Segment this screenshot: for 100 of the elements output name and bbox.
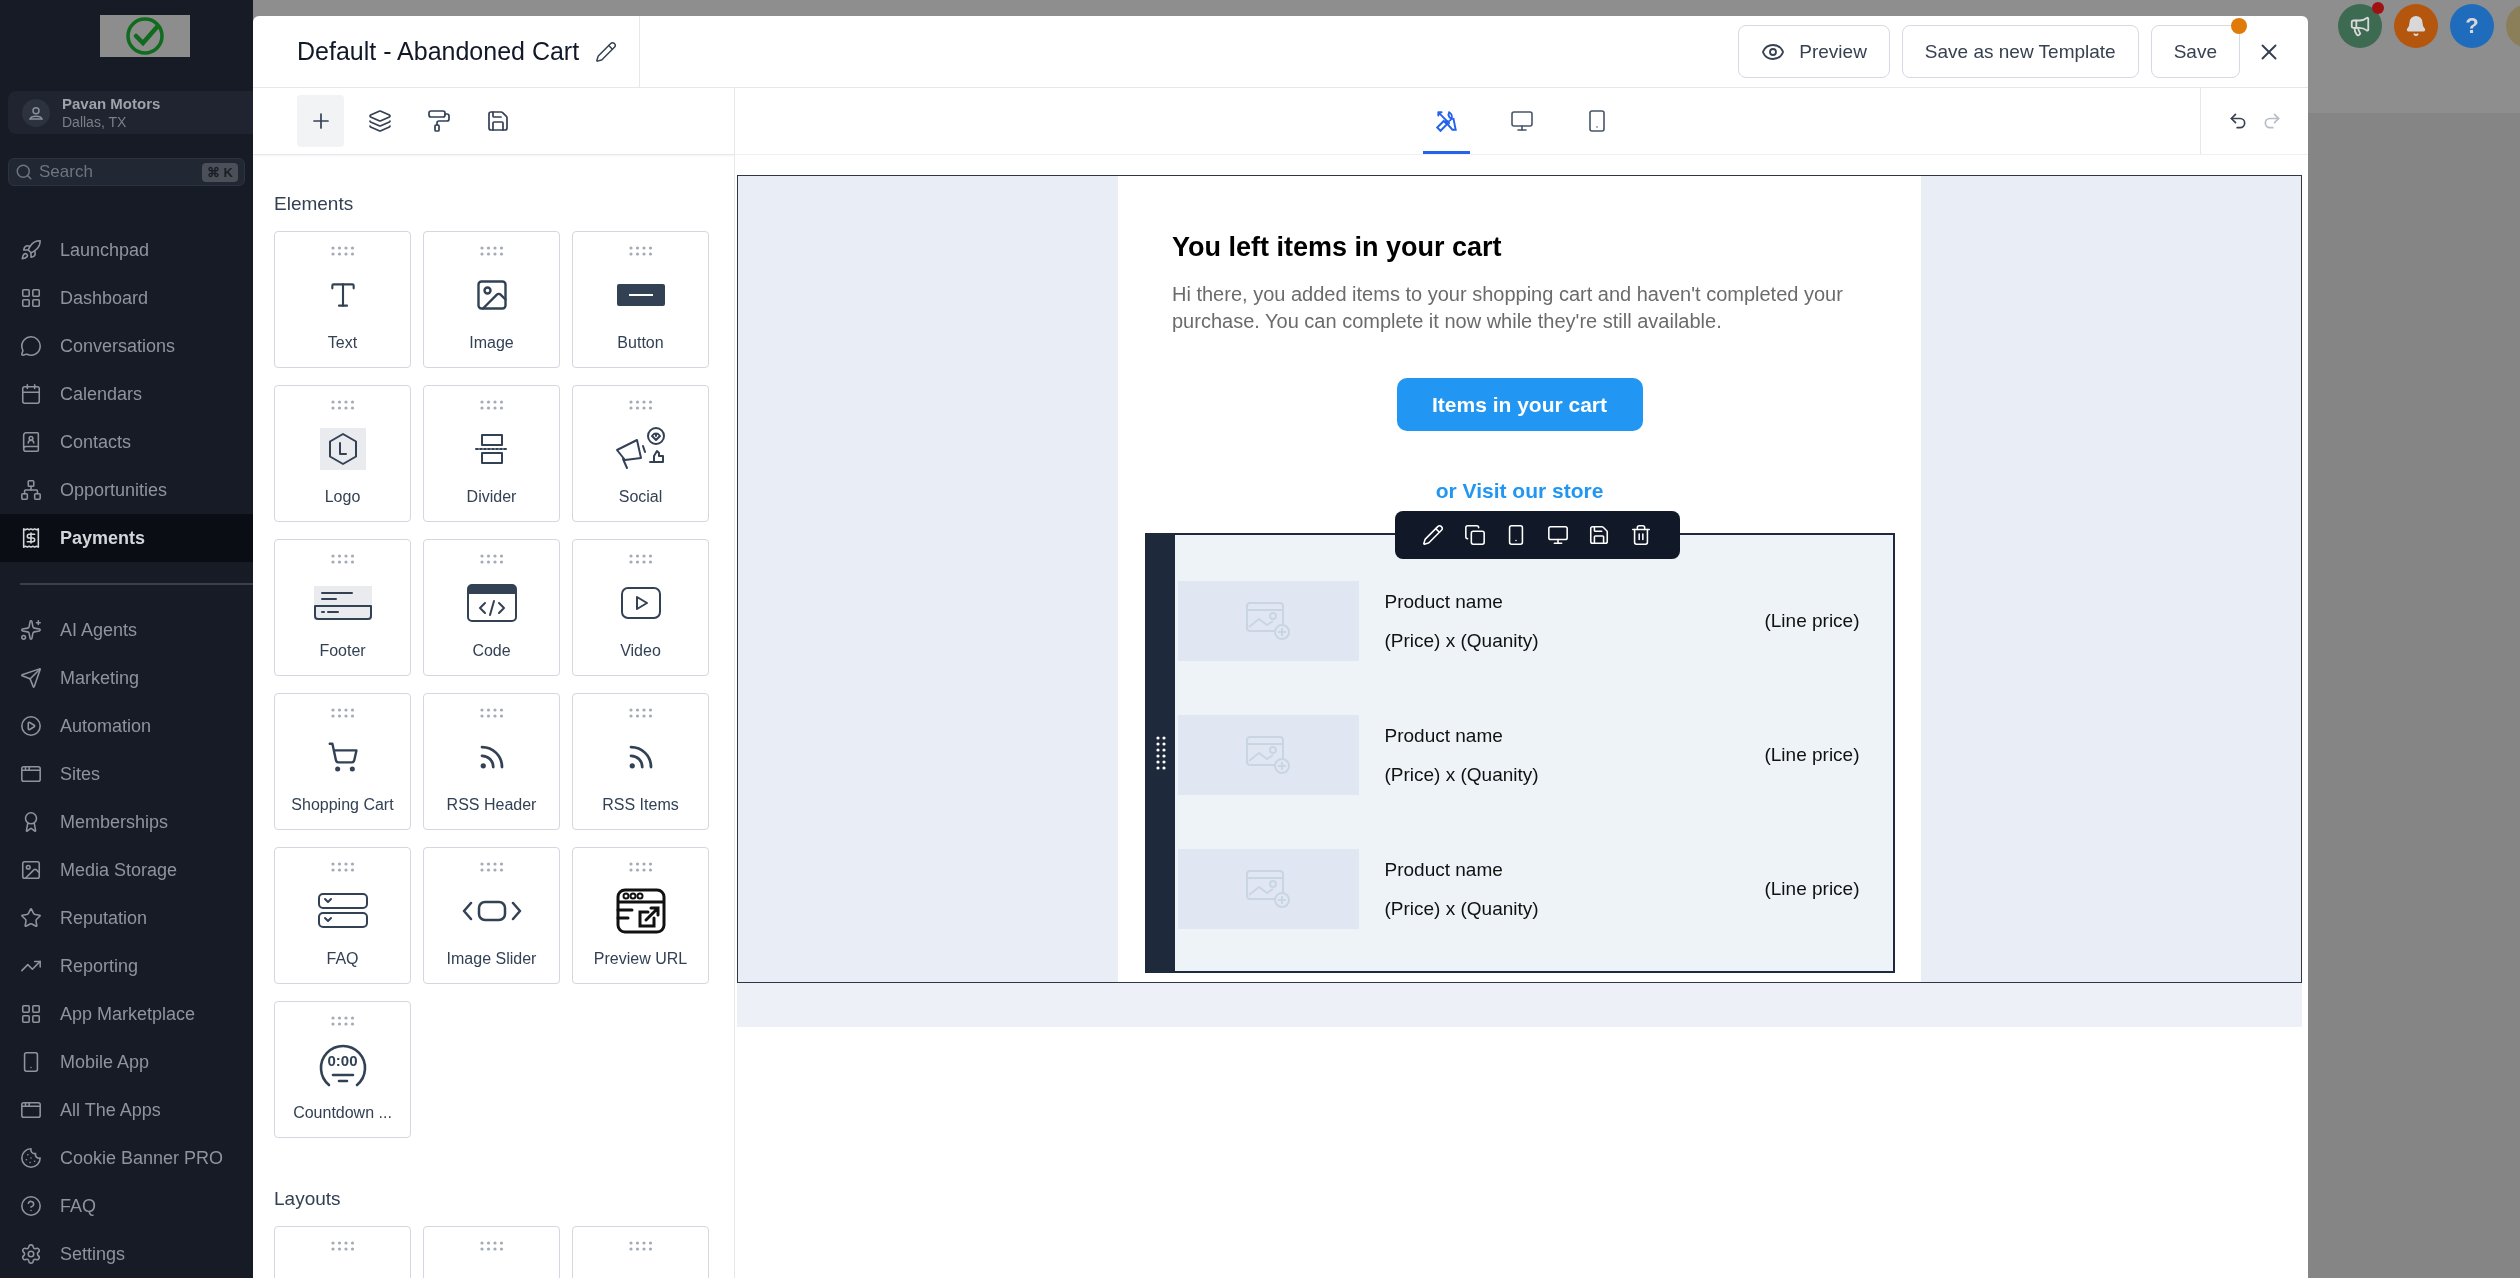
nav-item[interactable]: Media Storage	[0, 846, 253, 894]
element-tile[interactable]: FAQ	[274, 847, 411, 984]
nav-item[interactable]: All The Apps	[0, 1086, 253, 1134]
nav-item[interactable]: Calendars	[0, 370, 253, 418]
nav-item[interactable]: Contacts	[0, 418, 253, 466]
notification-button[interactable]	[2338, 4, 2382, 48]
nav-item[interactable]: Mobile App	[0, 1038, 253, 1086]
drag-handle-icon[interactable]	[329, 708, 356, 718]
drag-handle-icon[interactable]	[478, 246, 505, 256]
nav-item[interactable]: Launchpad	[0, 226, 253, 274]
nav-item[interactable]: Memberships	[0, 798, 253, 846]
drag-handle-icon[interactable]	[329, 246, 356, 256]
drag-handle-icon[interactable]	[627, 554, 654, 564]
element-tile[interactable]: Shopping Cart	[274, 693, 411, 830]
template-title: Default - Abandoned Cart	[297, 37, 580, 66]
element-tile[interactable]: Image	[423, 231, 560, 368]
line-price: (Line price)	[1764, 878, 1860, 900]
cart-icon	[326, 741, 359, 773]
element-tile[interactable]: Image Slider	[423, 847, 560, 984]
help-button[interactable]: ?	[2450, 4, 2494, 48]
element-tile[interactable]: Text	[274, 231, 411, 368]
nav-icon	[20, 527, 42, 549]
block-drag-handle[interactable]	[1146, 535, 1175, 971]
product-name: Product name	[1384, 724, 1504, 747]
nav-item[interactable]: Dashboard	[0, 274, 253, 322]
element-tile[interactable]: Button	[572, 231, 709, 368]
drag-handle-icon[interactable]	[329, 554, 356, 564]
element-tile[interactable]: Preview URL	[572, 847, 709, 984]
drag-handle-icon[interactable]	[329, 400, 356, 410]
drag-handle-icon[interactable]	[627, 1241, 654, 1251]
drag-handle-icon[interactable]	[329, 862, 356, 872]
duplicate-button[interactable]	[1463, 524, 1486, 546]
drag-handle-icon	[1155, 735, 1166, 771]
notification-button[interactable]	[2394, 4, 2438, 48]
nav-icon	[20, 335, 42, 357]
drag-handle-icon[interactable]	[478, 1241, 505, 1251]
drag-handle-icon[interactable]	[627, 246, 654, 256]
drag-handle-icon[interactable]	[627, 708, 654, 718]
drag-handle-icon[interactable]	[478, 708, 505, 718]
line-price: (Line price)	[1764, 744, 1860, 766]
nav-item[interactable]: Settings	[0, 1230, 253, 1278]
drag-handle-icon[interactable]	[329, 1241, 356, 1251]
element-tile[interactable]: RSS Items	[572, 693, 709, 830]
bell-icon	[2405, 15, 2427, 37]
nav-item[interactable]: FAQ	[0, 1182, 253, 1230]
element-tile[interactable]: Video	[572, 539, 709, 676]
nav-item[interactable]: Cookie Banner PRO	[0, 1134, 253, 1182]
nav-item[interactable]: Payments	[0, 514, 253, 562]
save-block-button[interactable]	[1588, 524, 1611, 546]
nav-item[interactable]: Opportunities	[0, 466, 253, 514]
drag-handle-icon[interactable]	[478, 554, 505, 564]
check-icon	[125, 16, 165, 57]
email-heading: You left items in your cart	[1171, 231, 1503, 263]
copy-icon	[1463, 524, 1486, 546]
drag-handle-icon[interactable]	[478, 862, 505, 872]
nav-item[interactable]: App Marketplace	[0, 990, 253, 1038]
nav-icon	[20, 763, 42, 785]
drag-handle-icon[interactable]	[329, 1016, 356, 1026]
nav-item[interactable]: Sites	[0, 750, 253, 798]
price-quantity: (Price) x (Quanity)	[1384, 629, 1540, 652]
drag-handle-icon[interactable]	[627, 862, 654, 872]
delete-button[interactable]	[1629, 524, 1652, 546]
footer-icon	[313, 586, 372, 620]
search-placeholder: Search	[39, 162, 94, 183]
cart-block[interactable]: Product name (Price) x (Quanity) (Line price) Product name (Price) x (Quanity) (Line price) Product name (Price) x (Quanity) (Line price)	[1144, 533, 1895, 973]
nav-item[interactable]: Reputation	[0, 894, 253, 942]
element-tile[interactable]: 0:00 Countdown ...	[274, 1001, 411, 1138]
nav-item[interactable]: Marketing	[0, 654, 253, 702]
account-switcher[interactable]: Pavan Motors Dallas, TX	[8, 91, 253, 135]
company-logo[interactable]	[100, 15, 190, 58]
save-template-button[interactable]: Save as new Template	[1901, 25, 2139, 78]
nav-icon	[20, 431, 42, 453]
element-tile[interactable]: RSS Header	[423, 693, 560, 830]
preview-button[interactable]: Preview	[1738, 25, 1890, 78]
nav-item[interactable]: Conversations	[0, 322, 253, 370]
element-tile[interactable]: Divider	[423, 385, 560, 522]
element-tile[interactable]: Social	[572, 385, 709, 522]
element-tile[interactable]: Code	[423, 539, 560, 676]
nav-icon	[20, 907, 42, 929]
button-icon	[616, 284, 665, 306]
save-button[interactable]: Save	[2150, 25, 2240, 78]
accordion-icon	[317, 893, 368, 929]
desktop-icon	[1546, 524, 1569, 546]
product-name: Product name	[1384, 590, 1504, 613]
element-tile[interactable]: Footer	[274, 539, 411, 676]
pencil-icon	[1422, 524, 1445, 546]
nav-item[interactable]: Reporting	[0, 942, 253, 990]
nav-icon	[20, 859, 42, 881]
drag-handle-icon[interactable]	[627, 400, 654, 410]
store-link[interactable]: or Visit our store	[1435, 479, 1604, 503]
drag-handle-icon[interactable]	[478, 400, 505, 410]
edit-button[interactable]	[1422, 524, 1445, 546]
nav-icon	[20, 239, 42, 261]
add-tool[interactable]	[297, 95, 344, 147]
cart-cta-button[interactable]: Items in your cart	[1396, 378, 1643, 431]
element-tile[interactable]: Logo	[274, 385, 411, 522]
nav-item[interactable]: Automation	[0, 702, 253, 750]
nav-item[interactable]: AI Agents	[0, 606, 253, 654]
trash-icon	[1629, 524, 1652, 546]
desktop-view-button[interactable]	[1546, 524, 1569, 546]
